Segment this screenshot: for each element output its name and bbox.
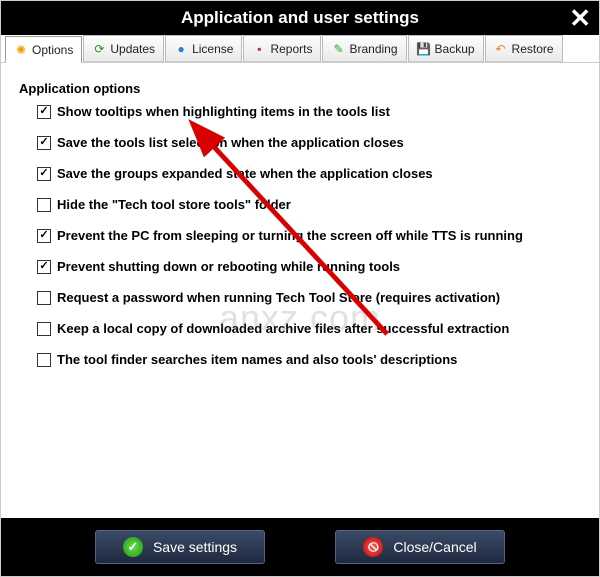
option-row: Prevent shutting down or rebooting while…: [37, 259, 585, 274]
checkbox-tooltips[interactable]: [37, 105, 51, 119]
reports-icon: ▪: [252, 42, 266, 56]
option-label: Request a password when running Tech Too…: [57, 290, 500, 305]
tab-label: Branding: [349, 42, 397, 56]
branding-icon: ✎: [331, 42, 345, 56]
ok-icon: [123, 537, 143, 557]
content-pane: Application options Show tooltips when h…: [1, 63, 599, 518]
checkbox-prevent-sleep[interactable]: [37, 229, 51, 243]
footer-bar: Save settings Close/Cancel: [1, 518, 599, 576]
checkbox-keep-local-copy[interactable]: [37, 322, 51, 336]
option-row: Save the tools list selection when the a…: [37, 135, 585, 150]
titlebar: Application and user settings ✕: [1, 1, 599, 35]
checkbox-save-selection[interactable]: [37, 136, 51, 150]
tab-label: License: [192, 42, 233, 56]
gear-icon: ✺: [14, 43, 28, 57]
update-icon: ⟳: [92, 42, 106, 56]
tab-label: Backup: [435, 42, 475, 56]
window-title: Application and user settings: [181, 8, 419, 28]
tab-label: Updates: [110, 42, 155, 56]
save-button[interactable]: Save settings: [95, 530, 265, 564]
option-row: Save the groups expanded state when the …: [37, 166, 585, 181]
tab-options[interactable]: ✺ Options: [5, 36, 82, 63]
checkbox-hide-folder[interactable]: [37, 198, 51, 212]
option-label: Prevent the PC from sleeping or turning …: [57, 228, 523, 243]
button-label: Save settings: [153, 539, 237, 555]
option-row: Keep a local copy of downloaded archive …: [37, 321, 585, 336]
tab-license[interactable]: ● License: [165, 35, 242, 62]
option-label: Prevent shutting down or rebooting while…: [57, 259, 400, 274]
license-icon: ●: [174, 42, 188, 56]
option-label: The tool finder searches item names and …: [57, 352, 457, 367]
option-label: Hide the "Tech tool store tools" folder: [57, 197, 291, 212]
option-row: Request a password when running Tech Too…: [37, 290, 585, 305]
option-row: Show tooltips when highlighting items in…: [37, 104, 585, 119]
tab-label: Options: [32, 43, 73, 57]
tab-backup[interactable]: 💾 Backup: [408, 35, 484, 62]
checkbox-tool-finder-desc[interactable]: [37, 353, 51, 367]
tab-reports[interactable]: ▪ Reports: [243, 35, 321, 62]
tab-restore[interactable]: ↶ Restore: [485, 35, 563, 62]
settings-window: Application and user settings ✕ ✺ Option…: [0, 0, 600, 577]
checkbox-prevent-shutdown[interactable]: [37, 260, 51, 274]
option-label: Save the groups expanded state when the …: [57, 166, 433, 181]
checkbox-save-groups[interactable]: [37, 167, 51, 181]
option-row: Hide the "Tech tool store tools" folder: [37, 197, 585, 212]
option-row: The tool finder searches item names and …: [37, 352, 585, 367]
backup-icon: 💾: [417, 42, 431, 56]
tab-label: Restore: [512, 42, 554, 56]
tab-label: Reports: [270, 42, 312, 56]
cancel-icon: [363, 537, 383, 557]
checkbox-request-password[interactable]: [37, 291, 51, 305]
tab-branding[interactable]: ✎ Branding: [322, 35, 406, 62]
option-label: Save the tools list selection when the a…: [57, 135, 404, 150]
option-label: Show tooltips when highlighting items in…: [57, 104, 390, 119]
restore-icon: ↶: [494, 42, 508, 56]
tab-updates[interactable]: ⟳ Updates: [83, 35, 164, 62]
section-heading: Application options: [19, 81, 585, 96]
button-label: Close/Cancel: [393, 539, 476, 555]
option-label: Keep a local copy of downloaded archive …: [57, 321, 509, 336]
tab-bar: ✺ Options ⟳ Updates ● License ▪ Reports …: [1, 35, 599, 63]
close-icon[interactable]: ✕: [569, 3, 591, 33]
option-row: Prevent the PC from sleeping or turning …: [37, 228, 585, 243]
cancel-button[interactable]: Close/Cancel: [335, 530, 505, 564]
